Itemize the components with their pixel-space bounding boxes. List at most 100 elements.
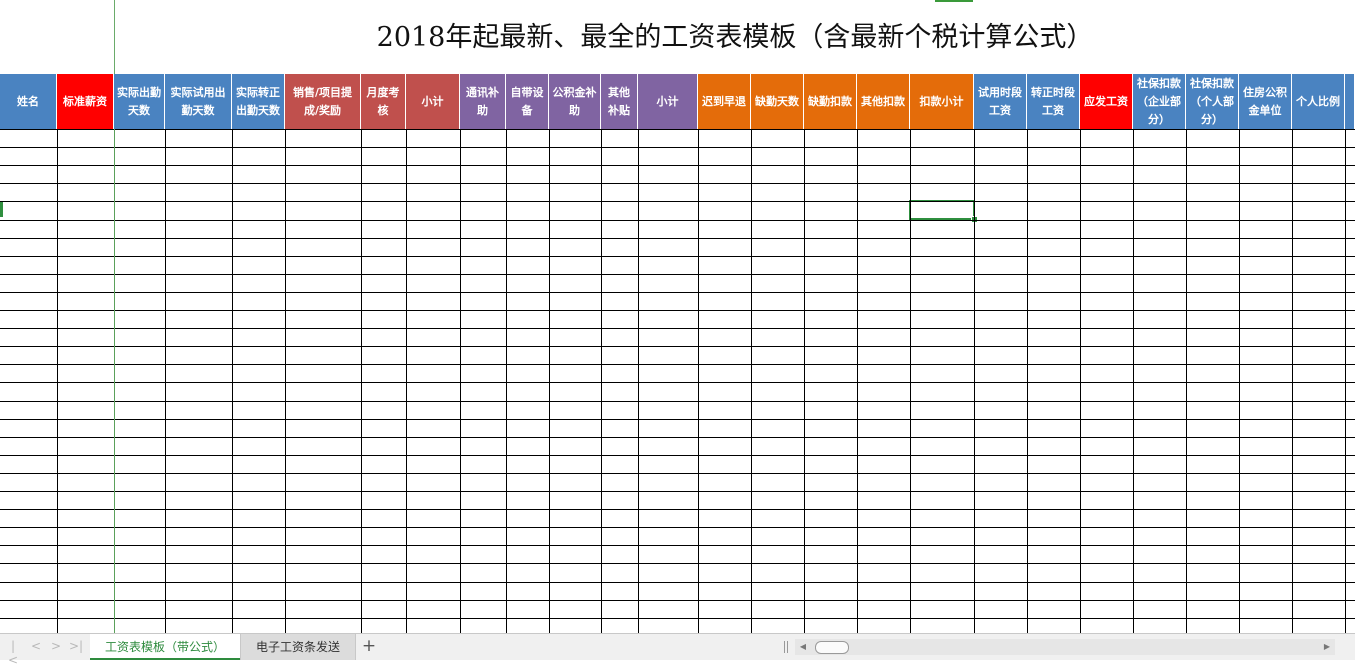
row-gridline bbox=[0, 545, 1355, 546]
active-row-indicator bbox=[0, 201, 3, 217]
column-header[interactable]: 试用时段工资 bbox=[974, 74, 1027, 129]
column-header[interactable]: 公积金补助 bbox=[549, 74, 601, 129]
sheet-tab-salary-template[interactable]: 工资表模板（带公式） bbox=[90, 634, 240, 660]
active-column-indicator bbox=[935, 0, 973, 2]
column-header[interactable]: 实际转正出勤天数 bbox=[232, 74, 285, 129]
column-header[interactable]: 实际试用出勤天数 bbox=[165, 74, 232, 129]
row-gridline bbox=[0, 346, 1355, 347]
column-gridline bbox=[698, 129, 699, 633]
row-gridline bbox=[0, 437, 1355, 438]
column-header[interactable]: 通讯补助 bbox=[460, 74, 506, 129]
column-gridline bbox=[1027, 129, 1028, 633]
column-header[interactable]: 扣款小计 bbox=[910, 74, 974, 129]
row-gridline bbox=[0, 509, 1355, 510]
column-header[interactable]: 缺勤扣款 bbox=[804, 74, 857, 129]
column-gridline bbox=[460, 129, 461, 633]
row-gridline bbox=[0, 563, 1355, 564]
cell-grid[interactable] bbox=[0, 129, 1355, 633]
column-gridline bbox=[506, 129, 507, 633]
row-gridline bbox=[0, 401, 1355, 402]
scrollbar-thumb[interactable] bbox=[815, 641, 849, 654]
column-header[interactable] bbox=[1345, 74, 1355, 129]
scroll-right-icon[interactable]: ▶ bbox=[1321, 639, 1333, 655]
column-gridline bbox=[57, 129, 58, 633]
column-gridline bbox=[1239, 129, 1240, 633]
add-sheet-icon[interactable]: + bbox=[360, 636, 378, 656]
column-header[interactable]: 转正时段工资 bbox=[1027, 74, 1080, 129]
column-header[interactable]: 住房公积金单位 bbox=[1239, 74, 1292, 129]
column-gridline bbox=[1133, 129, 1134, 633]
column-gridline bbox=[804, 129, 805, 633]
sheet-tab-e-payslip[interactable]: 电子工资条发送 bbox=[240, 634, 356, 660]
row-gridline bbox=[0, 527, 1355, 528]
column-gridline bbox=[601, 129, 602, 633]
row-gridline bbox=[0, 183, 1355, 184]
column-header[interactable]: 社保扣款（个人部分） bbox=[1186, 74, 1239, 129]
column-gridline bbox=[1186, 129, 1187, 633]
sheet-title[interactable]: 2018年起最新、最全的工资表模板（含最新个税计算公式） bbox=[115, 16, 1355, 60]
row-gridline bbox=[0, 382, 1355, 383]
horizontal-scrollbar[interactable]: ◀ ▶ bbox=[795, 639, 1335, 655]
column-gridline bbox=[638, 129, 639, 633]
column-header[interactable]: 小计 bbox=[638, 74, 698, 129]
row-gridline bbox=[0, 455, 1355, 456]
title-row: 2018年起最新、最全的工资表模板（含最新个税计算公式） bbox=[0, 0, 1355, 75]
column-header[interactable]: 其他补贴 bbox=[601, 74, 638, 129]
row-gridline bbox=[0, 310, 1355, 311]
row-gridline bbox=[0, 491, 1355, 492]
column-gridline bbox=[406, 129, 407, 633]
row-gridline bbox=[0, 256, 1355, 257]
row-gridline bbox=[0, 274, 1355, 275]
column-gridline bbox=[910, 129, 911, 633]
selected-cell[interactable] bbox=[909, 200, 975, 220]
row-gridline bbox=[0, 600, 1355, 601]
column-header-row: 姓名 标准薪资 实际出勤天数 实际试用出勤天数 实际转正出勤天数 销售/项目提成/奖励 月度… bbox=[0, 74, 1355, 129]
row-gridline bbox=[0, 582, 1355, 583]
row-gridline bbox=[0, 238, 1355, 239]
next-sheet-icon[interactable]: > bbox=[49, 639, 63, 653]
row-gridline bbox=[0, 292, 1355, 293]
row-gridline bbox=[0, 618, 1355, 619]
column-gridline bbox=[974, 129, 975, 633]
first-sheet-icon[interactable]: |< bbox=[6, 639, 20, 667]
column-header[interactable]: 其他扣款 bbox=[857, 74, 910, 129]
column-header[interactable]: 个人比例 bbox=[1292, 74, 1345, 129]
row-gridline bbox=[0, 364, 1355, 365]
row-gridline bbox=[0, 201, 1355, 202]
row-gridline bbox=[0, 473, 1355, 474]
column-header[interactable]: 标准薪资 bbox=[57, 74, 114, 129]
column-header[interactable]: 社保扣款（企业部分） bbox=[1133, 74, 1186, 129]
column-header[interactable]: 自带设备 bbox=[506, 74, 549, 129]
row-gridline bbox=[0, 419, 1355, 420]
column-gridline bbox=[232, 129, 233, 633]
spreadsheet-sheet[interactable]: 2018年起最新、最全的工资表模板（含最新个税计算公式） 姓名 标准薪资 实际出勤天… bbox=[0, 0, 1355, 633]
column-gridline bbox=[285, 129, 286, 633]
column-header[interactable]: 实际出勤天数 bbox=[114, 74, 165, 129]
column-header[interactable]: 销售/项目提成/奖励 bbox=[285, 74, 361, 129]
column-gridline bbox=[1292, 129, 1293, 633]
row-gridline bbox=[0, 328, 1355, 329]
column-gridline bbox=[857, 129, 858, 633]
column-gridline bbox=[165, 129, 166, 633]
column-gridline bbox=[361, 129, 362, 633]
row-gridline bbox=[0, 147, 1355, 148]
last-sheet-icon[interactable]: >| bbox=[69, 639, 83, 653]
freeze-pane-line bbox=[114, 129, 115, 633]
prev-sheet-icon[interactable]: < bbox=[29, 639, 43, 653]
column-gridline bbox=[751, 129, 752, 633]
tab-split-handle[interactable] bbox=[784, 641, 788, 653]
column-header[interactable]: 月度考核 bbox=[361, 74, 406, 129]
column-gridline bbox=[1345, 129, 1346, 633]
row-gridline bbox=[0, 129, 1355, 130]
column-header[interactable]: 缺勤天数 bbox=[751, 74, 804, 129]
row-gridline bbox=[0, 165, 1355, 166]
title-left-cell[interactable] bbox=[0, 0, 115, 74]
row-gridline bbox=[0, 220, 1355, 221]
scroll-left-icon[interactable]: ◀ bbox=[797, 639, 809, 655]
column-header[interactable]: 姓名 bbox=[0, 74, 57, 129]
column-header[interactable]: 应发工资 bbox=[1080, 74, 1133, 129]
column-gridline bbox=[1080, 129, 1081, 633]
column-header[interactable]: 小计 bbox=[406, 74, 460, 129]
column-gridline bbox=[549, 129, 550, 633]
column-header[interactable]: 迟到早退 bbox=[698, 74, 751, 129]
